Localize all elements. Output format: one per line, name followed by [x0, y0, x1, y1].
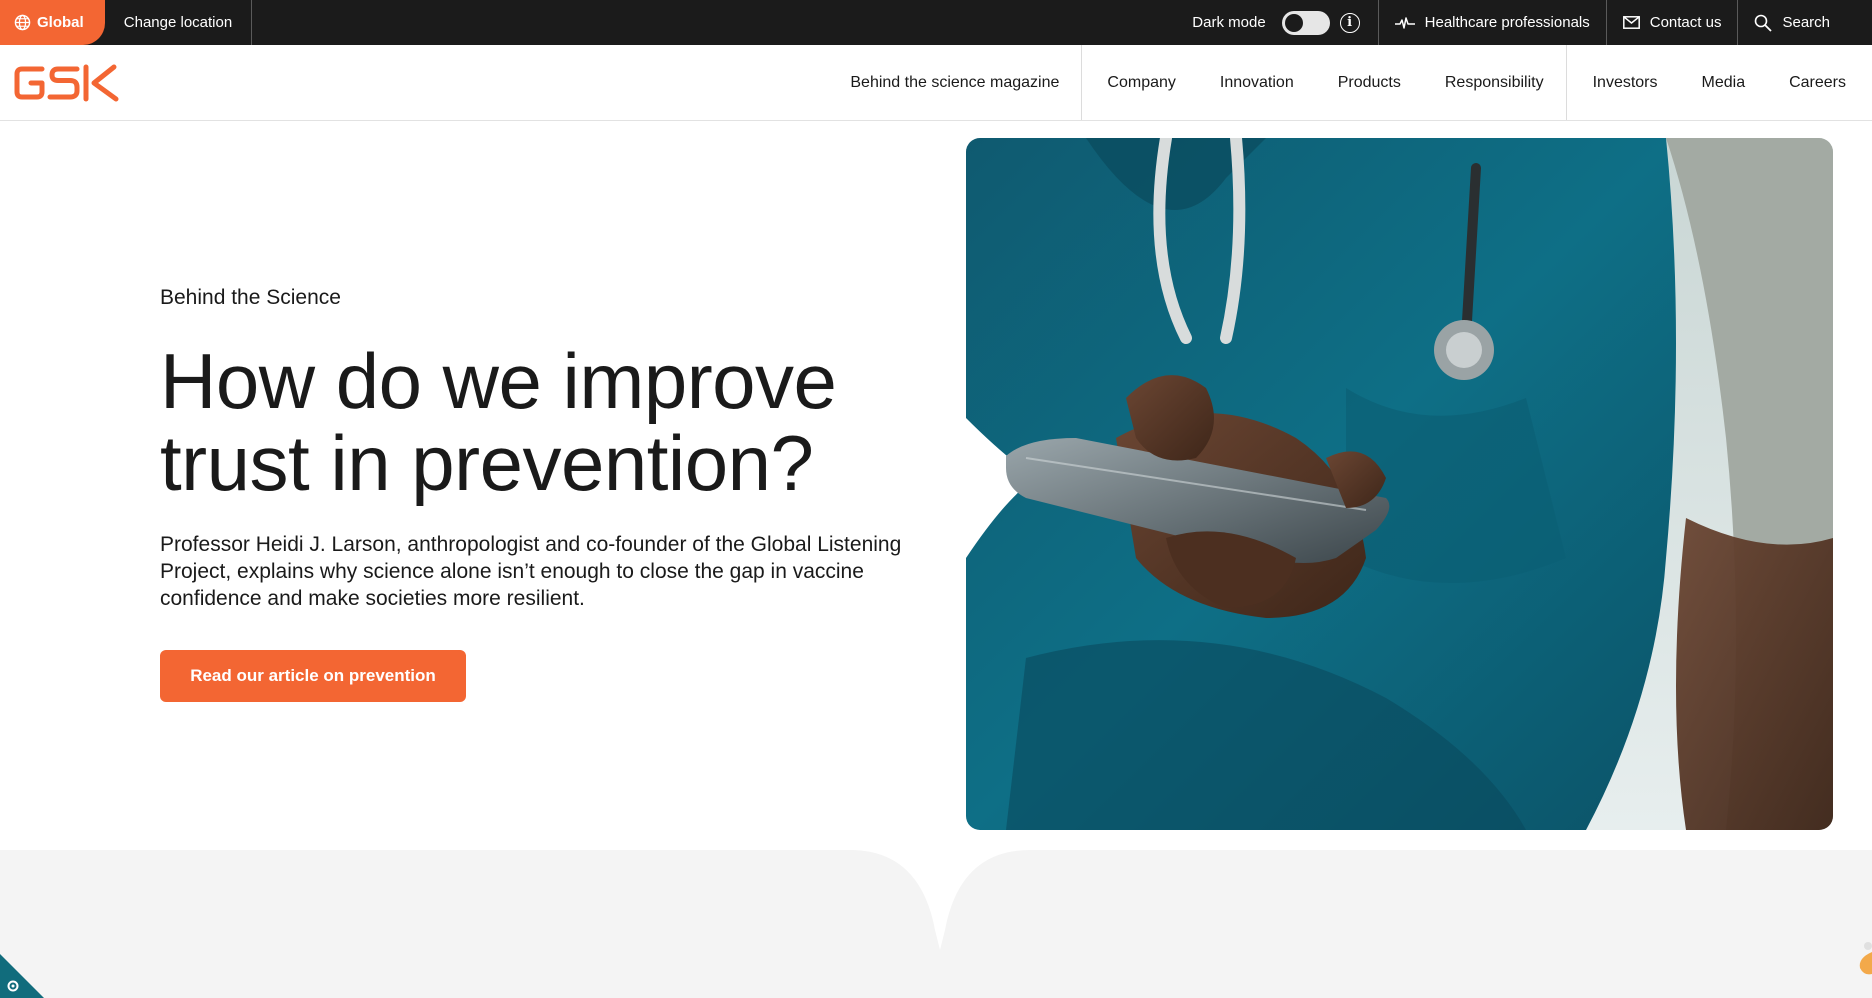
- nav-label: Investors: [1592, 73, 1658, 91]
- toggle-knob: [1284, 13, 1303, 32]
- nav-item-products[interactable]: Products: [1316, 45, 1423, 120]
- hero-eyebrow: Behind the Science: [160, 286, 341, 309]
- mail-icon: [1622, 16, 1640, 29]
- healthcare-label: Healthcare professionals: [1424, 14, 1590, 31]
- primary-nav-items: Behind the science magazine Company Inno…: [828, 45, 1872, 120]
- utility-bar: Global Change location Dark mode i Healt…: [0, 0, 1872, 45]
- contact-us-link[interactable]: Contact us: [1607, 0, 1739, 45]
- contact-label: Contact us: [1649, 14, 1722, 31]
- nav-label: Company: [1107, 73, 1176, 91]
- healthcare-professionals-link[interactable]: Healthcare professionals: [1379, 0, 1607, 45]
- change-location-link[interactable]: Change location: [105, 0, 252, 45]
- nav-item-company[interactable]: Company: [1081, 45, 1197, 120]
- nav-item-responsibility[interactable]: Responsibility: [1423, 45, 1566, 120]
- hero-image: [966, 138, 1833, 830]
- search-icon: [1755, 14, 1773, 32]
- dark-mode-group: Dark mode i: [1192, 0, 1379, 45]
- global-location-button[interactable]: Global: [0, 0, 105, 45]
- nav-item-media[interactable]: Media: [1680, 45, 1768, 120]
- nav-item-behind-the-science[interactable]: Behind the science magazine: [828, 45, 1081, 120]
- dark-mode-toggle[interactable]: [1281, 10, 1330, 35]
- nav-label: Products: [1337, 73, 1401, 91]
- gsk-logo[interactable]: [14, 63, 120, 103]
- hero-lede: Professor Heidi J. Larson, anthropologis…: [160, 533, 902, 610]
- hero-headline: How do we improve trust in prevention?: [160, 337, 837, 507]
- hero-photo: [966, 138, 1833, 830]
- nav-item-investors[interactable]: Investors: [1565, 45, 1680, 120]
- dark-mode-label: Dark mode: [1192, 14, 1266, 31]
- info-icon[interactable]: i: [1339, 12, 1360, 33]
- pulse-icon: [1394, 16, 1415, 29]
- nav-label: Careers: [1789, 73, 1846, 91]
- utility-right-group: Dark mode i Healthcare professionals Con…: [1192, 0, 1872, 45]
- nav-label: Responsibility: [1444, 73, 1544, 91]
- search-link[interactable]: Search: [1738, 0, 1872, 45]
- nav-item-innovation[interactable]: Innovation: [1198, 45, 1316, 120]
- search-label: Search: [1782, 14, 1830, 31]
- nav-item-careers[interactable]: Careers: [1767, 45, 1872, 120]
- section-divider-shape: [0, 850, 1872, 998]
- main-navigation: Behind the science magazine Company Inno…: [0, 45, 1872, 121]
- globe-icon: [14, 14, 31, 31]
- nav-label: Media: [1701, 73, 1746, 91]
- chat-widget-peek[interactable]: [1852, 938, 1872, 976]
- change-location-label: Change location: [123, 14, 233, 31]
- cookie-settings-button[interactable]: [0, 954, 44, 998]
- read-article-button[interactable]: Read our article on prevention: [160, 650, 466, 702]
- nav-label: Innovation: [1219, 73, 1294, 91]
- nav-label: Behind the science magazine: [850, 73, 1060, 91]
- global-label: Global: [37, 14, 84, 31]
